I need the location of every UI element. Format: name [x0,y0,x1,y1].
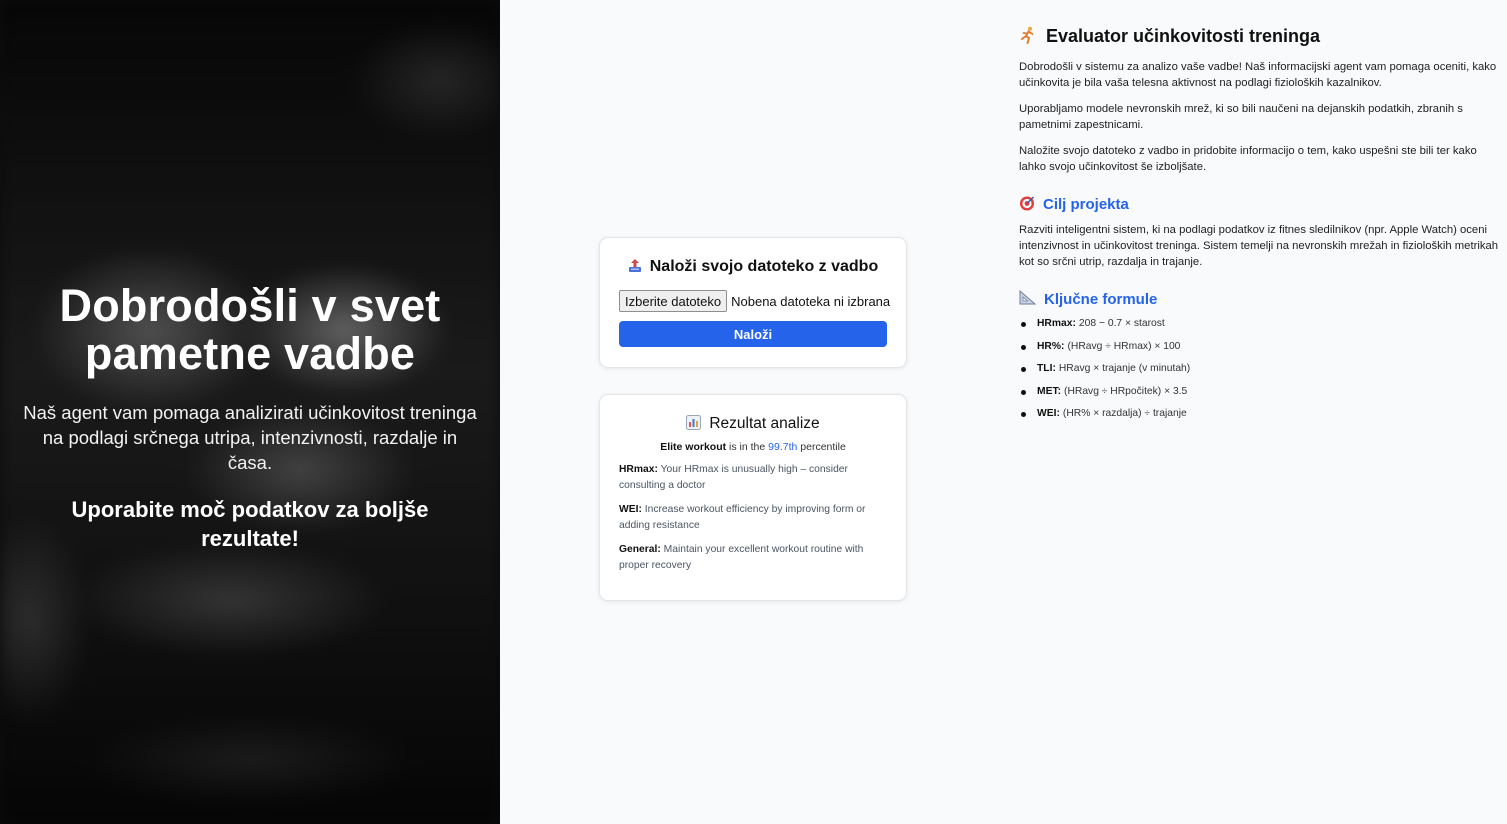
formula-text: (HR% × razdalja) ÷ trajanje [1062,408,1187,419]
hero-panel: Dobrodošli v svet pametne vadbe Naš agen… [0,0,500,824]
summary-percentile: 99.7th [768,441,798,453]
hero-cta-text: Uporabite moč podatkov za boljše rezulta… [71,497,429,551]
upload-card: Naloži svojo datoteko z vadbo Izberite d… [599,237,907,368]
intro-paragraph-1: Dobrodošli v sistemu za analizo vaše vad… [1019,61,1497,89]
result-card: Rezultat analize Elite workout is in the… [599,394,907,601]
info-title-text: Evaluator učinkovitosti treninga [1046,26,1321,46]
upload-submit-button[interactable]: Naloži [619,321,887,347]
list-item: TLI: HRavg × trajanje (v minutah) [1021,363,1499,386]
result-title-text: Rezultat analize [709,415,820,432]
goal-heading: Cilj projekta [1019,195,1499,214]
list-item: MET: (HRavg ÷ HRpočitek) × 3.5 [1021,386,1499,409]
recommendation-general: General: Maintain your excellent workout… [619,542,887,573]
hero-content: Dobrodošli v svet pametne vadbe Naš agen… [0,282,500,553]
summary-end: percentile [797,441,846,453]
goal-heading-text: Cilj projekta [1043,196,1129,213]
upload-card-title: Naloži svojo datoteko z vadbo [619,258,887,276]
list-item: HRmax: 208 − 0.7 × starost [1021,318,1499,341]
hero-title: Dobrodošli v svet pametne vadbe [59,280,441,379]
recommendation-hrmax: HRmax: Your HRmax is unusually high – co… [619,462,887,493]
summary-category: Elite workout [660,441,727,453]
formulas-heading-text: Ključne formule [1044,290,1158,308]
recommendation-text: Increase workout efficiency by improving… [619,504,866,531]
target-icon [1019,195,1035,214]
formula-key: HR%: [1037,340,1065,352]
bar-chart-icon [686,415,702,433]
result-card-title: Rezultat analize [619,415,887,433]
formula-key: MET: [1037,385,1062,397]
result-summary: Elite workout is in the 99.7th percentil… [619,441,887,453]
intro-paragraph-3: Naložite svojo datoteko z vadbo in prido… [1019,145,1477,173]
formula-key: HRmax: [1037,318,1076,329]
formula-text: HRavg × trajanje (v minutah) [1058,363,1191,374]
list-item: WEI: (HR% × razdalja) ÷ trajanje [1021,408,1499,431]
choose-file-button[interactable]: Izberite datoteko [619,290,728,312]
formula-text: (HRavg ÷ HRpočitek) × 3.5 [1064,385,1188,397]
formula-text: 208 − 0.7 × starost [1078,318,1165,329]
goal-text: Razviti inteligentni sistem, ki na podla… [1019,224,1499,268]
upload-title-text: Naloži svojo datoteko z vadbo [649,258,879,275]
triangle-ruler-icon [1019,289,1037,308]
formula-list: HRmax: 208 − 0.7 × starost HR%: (HRavg ÷ H… [1021,318,1499,431]
recommendation-key: WEI: [619,504,642,515]
runner-icon [1019,26,1037,47]
recommendation-key: HRmax: [619,464,658,475]
list-item: HR%: (HRavg ÷ HRmax) × 100 [1021,341,1499,364]
formula-text: (HRavg ÷ HRmax) × 100 [1067,340,1181,352]
info-panel: Evaluator učinkovitosti treninga Dobrodo… [1019,26,1499,431]
recommendation-key: General: [619,544,661,555]
formula-key: TLI: [1037,363,1056,374]
hero-subtitle: Naš agent vam pomaga analizirati učinkov… [23,402,477,473]
formulas-heading: Ključne formule [1019,289,1499,308]
file-status-text: Nobena datoteka ni izbrana [731,293,891,309]
info-title: Evaluator učinkovitosti treninga [1019,26,1499,47]
summary-middle: is in the [726,441,769,453]
intro-paragraph-2: Uporabljamo modele nevronskih mrež, ki s… [1019,103,1463,131]
formula-key: WEI: [1037,408,1060,419]
recommendation-wei: WEI: Increase workout efficiency by impr… [619,502,887,533]
upload-tray-icon [628,258,642,276]
file-input[interactable]: Izberite datoteko Nobena datoteka ni izb… [619,290,891,312]
